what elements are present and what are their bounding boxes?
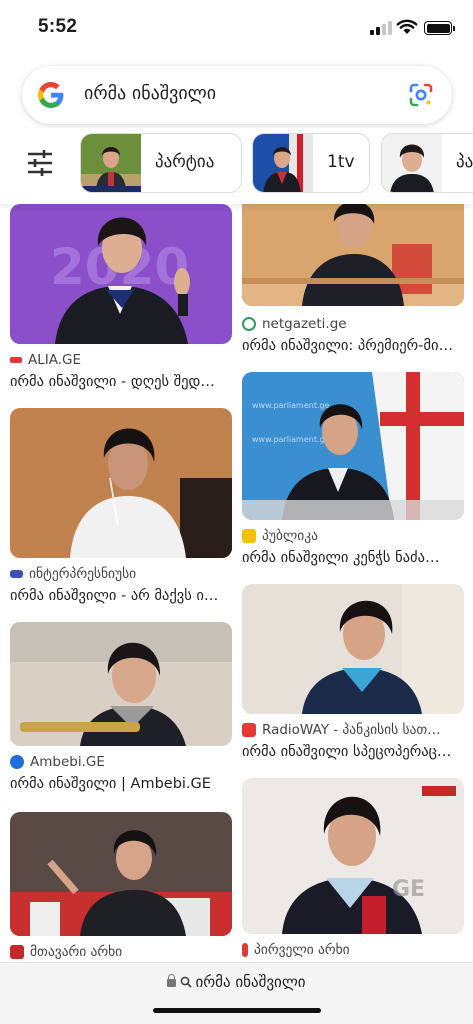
result-source: პირველი არხი (242, 942, 464, 958)
cellular-signal-icon (370, 21, 392, 35)
url-text: ირმა ინაშვილი (195, 973, 306, 991)
site-favicon-icon (242, 317, 256, 331)
image-result-card[interactable]: RadioWAY - პანკისის სათ… ირმა ინაშვილი ს… (242, 584, 464, 770)
result-source: პუბლიკა (242, 528, 464, 544)
browser-address-bar[interactable]: ირმა ინაშვილი (0, 962, 473, 1024)
chip-1tv[interactable]: 1tv (252, 133, 370, 193)
status-time: 5:52 (38, 16, 78, 37)
svg-text:www.parliament.ge: www.parliament.ge (252, 401, 330, 410)
svg-text:www.parliament.ge: www.parliament.ge (252, 435, 330, 444)
site-favicon-icon (242, 529, 256, 543)
result-title[interactable]: ირმა ინაშვილი - არ მაქვს ი… (10, 588, 232, 604)
url-display[interactable]: ირმა ინაშვილი (0, 973, 473, 991)
image-results-grid: 2020 ALIA.GE ირმა ინაშვილი - დღეს შედ… (0, 204, 473, 964)
svg-text:GE: GE (392, 877, 425, 902)
image-result-card[interactable]: მთავარი არხი (10, 812, 232, 964)
result-source: მთავარი არხი (10, 944, 232, 960)
filter-chips-row: პარტია 1tv პა (0, 128, 473, 204)
result-source: Ambebi.GE (10, 754, 232, 770)
image-result-card[interactable]: ინტერპრესნიუსი ირმა ინაშვილი - არ მაქვს … (10, 408, 232, 608)
image-result-card[interactable]: Ambebi.GE ირმა ინაშვილი | Ambebi.GE (10, 622, 232, 802)
image-result-card[interactable]: www.parliament.ge www.parliament.ge პუბლ… (242, 372, 464, 572)
result-image[interactable]: GE (242, 778, 464, 934)
result-source: ALIA.GE (10, 352, 232, 368)
google-logo-icon (38, 82, 64, 108)
filter-icon[interactable] (26, 150, 54, 176)
search-bar[interactable]: ირმა ინაშვილი (22, 66, 452, 124)
lock-icon (167, 974, 177, 987)
chip-label: 1tv (327, 152, 355, 172)
search-icon (181, 976, 193, 988)
site-favicon-icon (10, 570, 23, 578)
result-source: ინტერპრესნიუსი (10, 566, 232, 582)
chip-label: პა (456, 152, 473, 172)
result-image[interactable] (242, 204, 464, 306)
site-favicon-icon (242, 723, 256, 737)
chip-thumbnail (81, 134, 141, 192)
chip-thumbnail (382, 134, 442, 192)
result-image[interactable] (10, 812, 232, 936)
battery-icon (424, 21, 455, 35)
result-source: netgazeti.ge (242, 316, 464, 332)
site-favicon-icon (242, 943, 248, 957)
google-lens-icon[interactable] (408, 82, 434, 108)
result-image[interactable] (10, 622, 232, 746)
result-source: RadioWAY - პანკისის სათ… (242, 722, 464, 738)
result-title[interactable]: ირმა ინაშვილი კენჭს ნაძა… (242, 550, 464, 566)
result-caption[interactable]: netgazeti.ge ირმა ინაშვილი: პრემიერ-მი… (242, 316, 464, 356)
result-image[interactable]: www.parliament.ge www.parliament.ge (242, 372, 464, 520)
result-title[interactable]: ირმა ინაშვილი: პრემიერ-მი… (242, 338, 464, 354)
wifi-icon (396, 19, 418, 34)
chip-label: პარტია (155, 152, 215, 172)
chip-party[interactable]: პარტია (80, 133, 242, 193)
search-input[interactable]: ირმა ინაშვილი (84, 83, 216, 104)
site-favicon-icon (10, 357, 22, 363)
result-image[interactable]: 2020 (10, 204, 232, 344)
result-title[interactable]: ირმა ინაშვილი | Ambebi.GE (10, 776, 232, 792)
chip-partial[interactable]: პა (381, 133, 473, 193)
home-indicator (153, 1008, 321, 1013)
result-image[interactable] (10, 408, 232, 558)
result-image[interactable] (242, 584, 464, 714)
result-title[interactable]: ირმა ინაშვილი - დღეს შედ… (10, 374, 232, 390)
chip-thumbnail (253, 134, 313, 192)
status-bar: 5:52 (0, 0, 473, 58)
image-result-card[interactable]: GE პირველი არხი (242, 778, 464, 964)
site-favicon-icon (10, 945, 24, 959)
image-result-card[interactable]: 2020 ALIA.GE ირმა ინაშვილი - დღეს შედ… (10, 204, 232, 394)
result-title[interactable]: ირმა ინაშვილი სპეცოპერაც… (242, 744, 464, 760)
site-favicon-icon (10, 755, 24, 769)
